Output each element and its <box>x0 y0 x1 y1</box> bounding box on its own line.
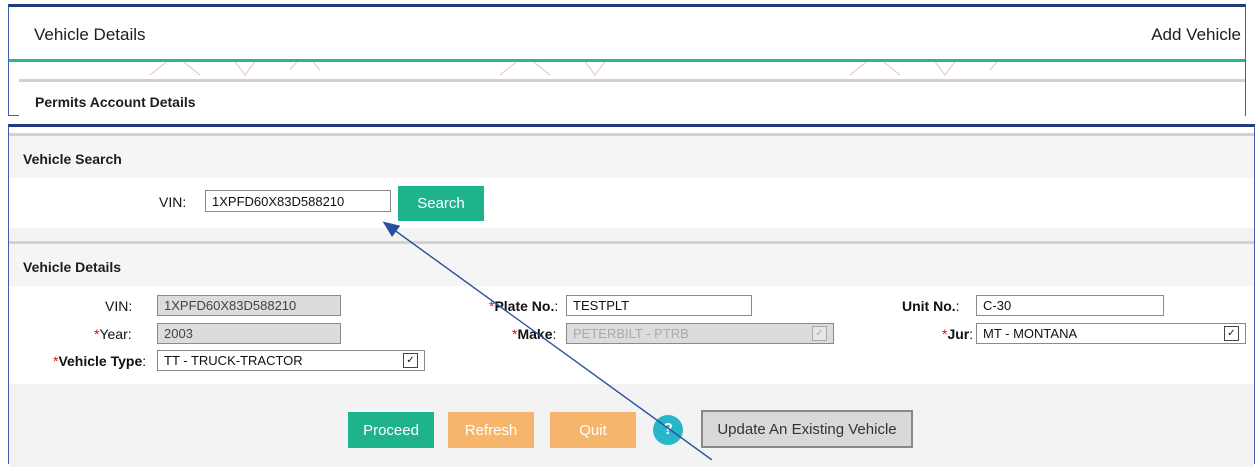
vin-field <box>157 295 341 316</box>
plate-no-label: *Plate No.: <box>489 298 559 314</box>
add-vehicle-label: Add Vehicle <box>1151 25 1241 44</box>
refresh-button[interactable]: Refresh <box>448 412 534 448</box>
year-field <box>157 323 341 344</box>
vehicle-search-header: Vehicle Search <box>9 133 1254 181</box>
vehicle-type-select[interactable]: TT - TRUCK-TRACTOR ✓ <box>157 350 425 371</box>
permits-account-title: Permits Account Details <box>35 94 196 110</box>
make-label: *Make: <box>512 326 557 342</box>
unit-no-field[interactable] <box>976 295 1164 316</box>
jur-select[interactable]: MT - MONTANA ✓ <box>976 323 1246 344</box>
make-value: PETERBILT - PTRB <box>573 326 689 341</box>
jur-value: MT - MONTANA <box>983 326 1078 341</box>
chevron-down-icon[interactable]: ✓ <box>403 353 418 368</box>
permits-account-bar[interactable]: Permits Account Details <box>19 79 1245 118</box>
action-bar: Proceed Refresh Quit ? Update An Existin… <box>9 384 1254 467</box>
year-label: *Year: <box>94 326 132 342</box>
proceed-button[interactable]: Proceed <box>348 412 434 448</box>
vehicle-type-label: *Vehicle Type: <box>53 353 147 369</box>
chevron-down-icon: ✓ <box>812 326 827 341</box>
search-button[interactable]: Search <box>398 186 484 221</box>
help-icon[interactable]: ? <box>653 415 683 445</box>
plate-no-field[interactable] <box>566 295 752 316</box>
vehicle-search-row: VIN: Search <box>9 178 1254 228</box>
search-vin-label: VIN: <box>159 194 187 210</box>
unit-no-label: Unit No.: <box>902 298 960 314</box>
vehicle-details-header: Vehicle Details <box>9 241 1254 289</box>
chevron-down-icon[interactable]: ✓ <box>1224 326 1239 341</box>
make-select: PETERBILT - PTRB ✓ <box>566 323 834 344</box>
page-title: Vehicle Details <box>34 25 146 44</box>
vehicle-details-title: Vehicle Details <box>23 259 122 275</box>
vehicle-details-form: VIN: *Plate No.: Unit No.: *Year: *Make:… <box>9 286 1254 384</box>
vehicle-search-title: Vehicle Search <box>23 151 122 167</box>
jur-label: *Jur: <box>942 326 974 342</box>
vehicle-details-header-card: Vehicle Details Add Vehicle Permits Acco… <box>8 4 1246 118</box>
vehicle-type-value: TT - TRUCK-TRACTOR <box>164 353 303 368</box>
update-existing-vehicle-button[interactable]: Update An Existing Vehicle <box>701 410 913 448</box>
header-bar: Vehicle Details Add Vehicle <box>9 7 1245 62</box>
quit-button[interactable]: Quit <box>550 412 636 448</box>
search-vin-input[interactable] <box>205 190 391 212</box>
vin-label: VIN: <box>105 298 133 314</box>
vehicle-form-card: Vehicle Search VIN: Search Vehicle Detai… <box>8 124 1255 467</box>
search-row-footer <box>9 228 1254 241</box>
